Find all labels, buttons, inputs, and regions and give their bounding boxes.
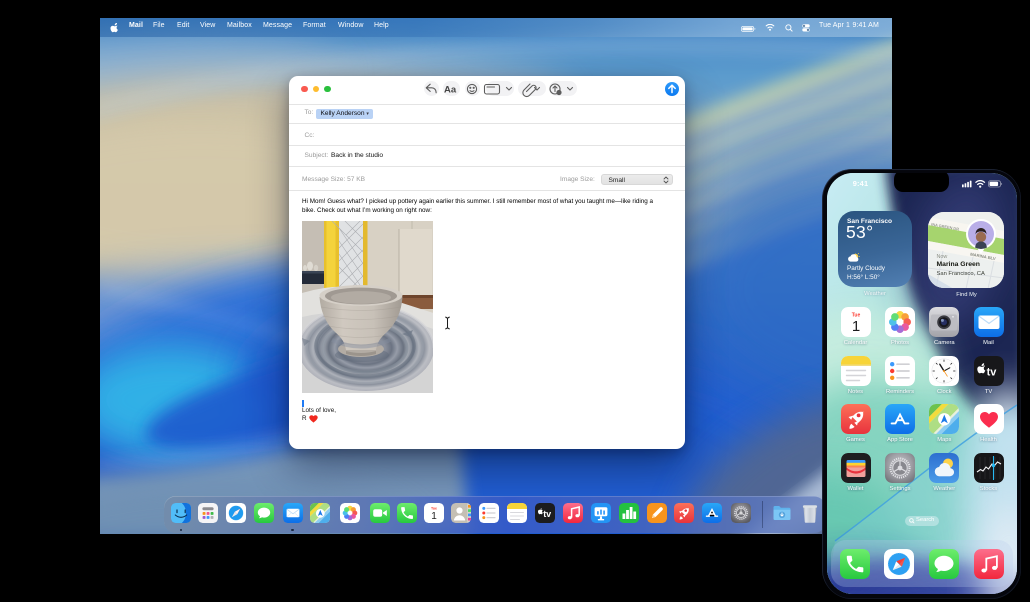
svg-text:1: 1: [431, 511, 437, 522]
svg-text:tv: tv: [986, 366, 997, 378]
svg-text:Aa: Aa: [444, 84, 457, 95]
svg-text:tv: tv: [543, 508, 551, 518]
svg-text:1: 1: [851, 318, 859, 335]
svg-text:Tue: Tue: [431, 506, 437, 510]
